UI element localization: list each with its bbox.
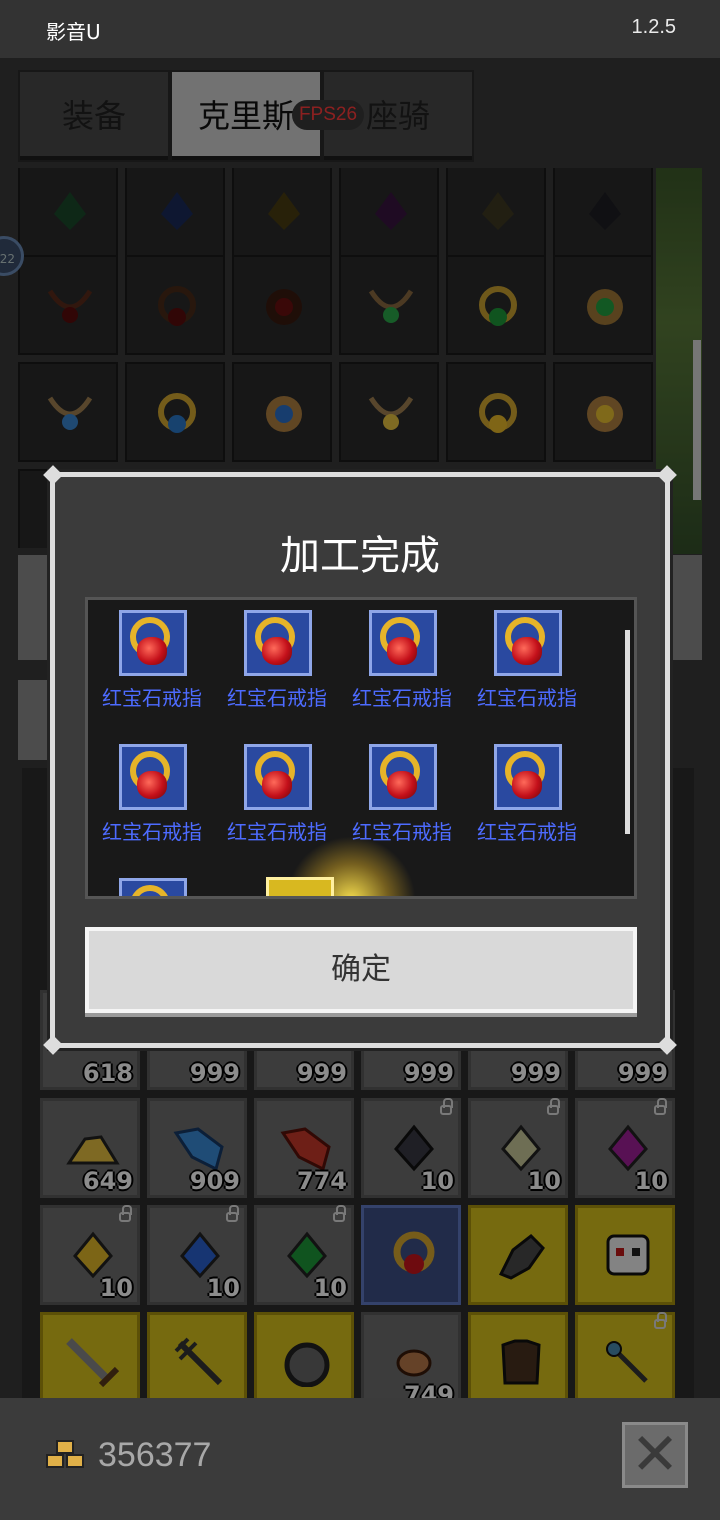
result-item[interactable]: 红宝石戒指	[465, 604, 589, 724]
ruby-ring-icon	[244, 744, 312, 810]
ruby-ring-icon	[244, 610, 312, 676]
close-icon[interactable]: ✕	[622, 1422, 688, 1488]
app-name: 影音U	[46, 20, 101, 44]
item-name: 红宝石戒指	[477, 820, 577, 844]
footer-bar: 356377 ✕	[0, 1398, 720, 1520]
item-name: 红宝石戒指	[477, 686, 577, 710]
result-scrollbar[interactable]	[625, 630, 630, 834]
crafting-complete-dialog: 加工完成 红宝石戒指 红宝石戒指 红宝石戒指 红宝石戒指 红宝石戒指 红宝石戒指…	[43, 465, 677, 1055]
result-item[interactable]: 红宝石戒指	[465, 738, 589, 858]
gold-coins-icon	[46, 1440, 86, 1474]
result-item[interactable]: 红宝石戒指	[340, 604, 464, 724]
gold-amount: 356377	[98, 1436, 212, 1474]
result-list[interactable]: 红宝石戒指 红宝石戒指 红宝石戒指 红宝石戒指 红宝石戒指 红宝石戒指 红宝石戒…	[85, 597, 637, 899]
item-name: 红宝石戒指	[227, 686, 327, 710]
item-name: 红宝石戒指	[352, 686, 452, 710]
ruby-ring-icon	[494, 610, 562, 676]
result-item[interactable]	[90, 872, 214, 896]
result-item[interactable]: 红宝石戒指	[90, 738, 214, 858]
result-item[interactable]: 红宝石戒指	[90, 604, 214, 724]
ruby-ring-icon	[369, 744, 437, 810]
ruby-ring-icon	[119, 878, 187, 896]
status-bar: 影音U 1.2.5	[0, 0, 720, 58]
rare-item-frame[interactable]	[266, 877, 334, 896]
ruby-ring-icon	[119, 610, 187, 676]
item-name: 红宝石戒指	[102, 686, 202, 710]
item-name: 红宝石戒指	[102, 820, 202, 844]
ruby-ring-icon	[119, 744, 187, 810]
confirm-button[interactable]: 确定	[85, 927, 637, 1013]
dialog-title: 加工完成	[280, 533, 440, 579]
result-item[interactable]: 红宝石戒指	[215, 604, 339, 724]
ruby-ring-icon	[494, 744, 562, 810]
ruby-ring-icon	[369, 610, 437, 676]
version-label: 1.2.5	[631, 16, 676, 38]
